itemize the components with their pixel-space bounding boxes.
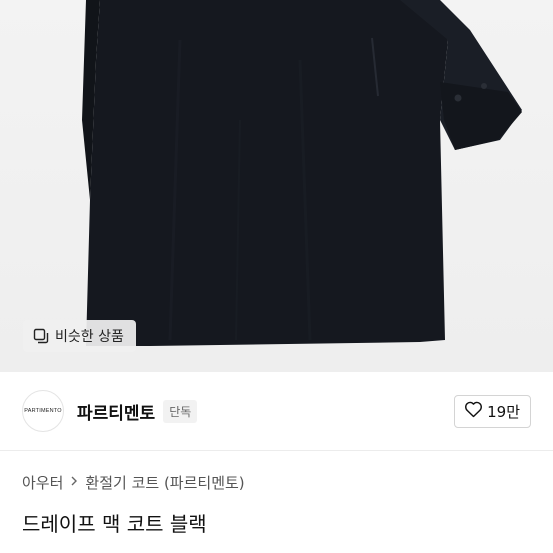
seller-logo-text: PARTIMENTO: [24, 408, 62, 414]
seller-name[interactable]: 파르티멘토: [77, 399, 155, 424]
similar-products-label: 비슷한 상품: [55, 329, 124, 345]
similar-items-icon: [33, 328, 49, 344]
seller-row: PARTIMENTO 파르티멘토 단독 19만: [0, 372, 553, 450]
breadcrumb-item-category[interactable]: 환절기 코트 (파르티멘토): [85, 472, 244, 493]
product-image[interactable]: 비슷한 상품: [0, 0, 553, 372]
heart-outline-icon: [464, 400, 483, 422]
like-button[interactable]: 19만: [454, 394, 531, 428]
breadcrumb-item-outer[interactable]: 아우터: [22, 472, 63, 493]
coat-illustration: [82, 0, 522, 346]
like-count: 19만: [487, 402, 520, 421]
section-divider: [0, 450, 553, 451]
seller-avatar[interactable]: PARTIMENTO: [22, 390, 64, 432]
exclusive-badge: 단독: [163, 399, 198, 423]
breadcrumb: 아우터 환절기 코트 (파르티멘토): [22, 472, 245, 493]
product-title: 드레이프 맥 코트 블랙: [22, 512, 207, 536]
chevron-right-icon: [69, 475, 79, 491]
similar-products-button[interactable]: 비슷한 상품: [23, 320, 136, 352]
